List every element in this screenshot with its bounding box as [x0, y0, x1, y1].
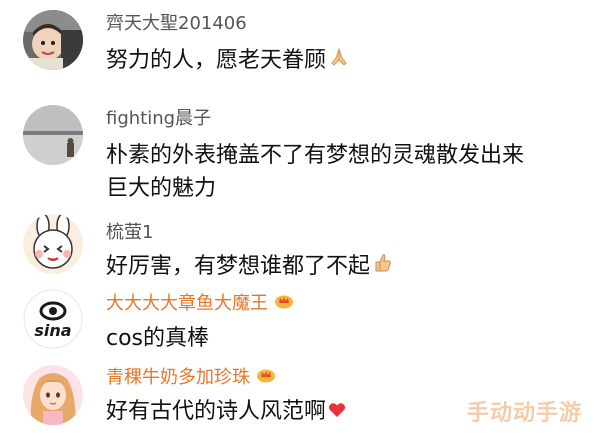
username-text[interactable]: 大大大大章鱼大魔王: [106, 293, 268, 314]
comment-text: 好厉害，有梦想谁都了不起: [106, 250, 394, 284]
praying-hands-icon: [328, 45, 350, 78]
comment-text: cos的真棒: [106, 322, 209, 355]
vip-crown-icon: [274, 293, 294, 315]
comment-line: 巨大的魅力: [106, 176, 217, 201]
watermark-text: 手动动手游: [466, 401, 582, 426]
sina-logo-text: sina: [34, 321, 71, 340]
comment-list: 齊天大聖201406 努力的人，愿老天眷顾 fighting晨子 朴素的外表掩盖…: [0, 0, 594, 433]
vip-crown-icon: [256, 367, 276, 389]
user-avatar[interactable]: sina: [23, 289, 83, 349]
user-avatar[interactable]: [23, 214, 83, 274]
user-avatar[interactable]: [23, 365, 83, 425]
username[interactable]: 大大大大章鱼大魔王: [106, 293, 294, 315]
comment-item: sina 大大大大章鱼大魔王 cos的真棒: [0, 285, 594, 355]
user-avatar[interactable]: [23, 10, 83, 70]
comment-line: cos的真棒: [106, 326, 210, 351]
comment-line: 好有古代的诗人风范啊: [106, 399, 327, 424]
username[interactable]: 青稞牛奶多加珍珠: [106, 367, 276, 389]
comment-line: 朴素的外表掩盖不了有梦想的灵魂散发出来: [106, 143, 525, 168]
comment-text: 朴素的外表掩盖不了有梦想的灵魂散发出来 巨大的魅力: [106, 139, 524, 205]
comment-text: 努力的人，愿老天眷顾: [106, 44, 350, 78]
comment-line: 努力的人，愿老天眷顾: [106, 48, 327, 73]
comment-line: 好厉害，有梦想谁都了不起: [106, 254, 371, 279]
username[interactable]: fighting晨子: [106, 108, 211, 130]
comment-item: 梳萤1 好厉害，有梦想谁都了不起: [0, 210, 594, 285]
user-avatar[interactable]: [23, 105, 83, 165]
red-heart-icon: [328, 396, 346, 429]
comment-item: 齊天大聖201406 努力的人，愿老天眷顾: [0, 0, 594, 95]
username-text[interactable]: 青稞牛奶多加珍珠: [106, 367, 250, 388]
thumbs-up-icon: [372, 251, 394, 284]
comment-text: 好有古代的诗人风范啊: [106, 395, 346, 429]
username[interactable]: 齊天大聖201406: [106, 13, 247, 35]
username[interactable]: 梳萤1: [106, 222, 153, 244]
comment-item: fighting晨子 朴素的外表掩盖不了有梦想的灵魂散发出来 巨大的魅力: [0, 95, 594, 210]
